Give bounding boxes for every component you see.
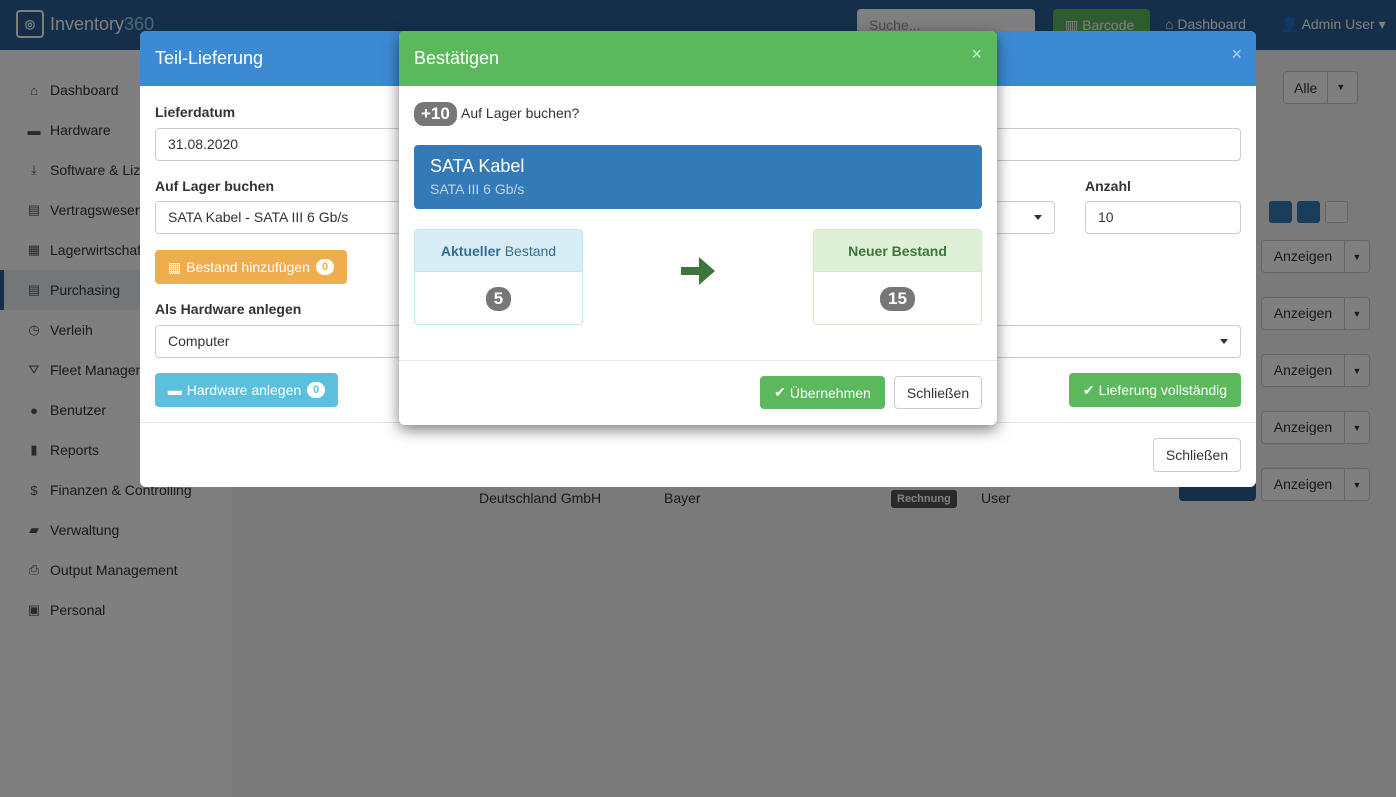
product-panel: SATA Kabel SATA III 6 Gb/s [414, 145, 982, 209]
caret-down-icon [1034, 215, 1042, 220]
current-stock-label-bold: Aktueller [440, 242, 501, 259]
caret-down-icon [1220, 339, 1228, 344]
product-subtitle: SATA III 6 Gb/s [430, 181, 525, 197]
count-badge: 0 [315, 259, 335, 275]
close-button[interactable]: Schließen [1153, 438, 1241, 472]
bestaetigen-modal: Bestätigen × +10 Auf Lager buchen? SATA … [399, 31, 997, 425]
lieferung-vollstaendig-button[interactable]: ✔ Lieferung vollständig [1069, 373, 1241, 407]
check-icon: ✔ [1082, 381, 1095, 398]
check-icon: ✔ [774, 384, 786, 400]
hdd-icon: ▬ [167, 382, 182, 398]
close-icon[interactable]: × [1231, 44, 1242, 65]
auf-lager-value: SATA Kabel - SATA III 6 Gb/s [168, 209, 349, 225]
schliessen-button[interactable]: Schließen [894, 376, 982, 409]
uebernehmen-label: Übernehmen [789, 384, 871, 401]
anzahl-input[interactable]: 10 [1085, 201, 1241, 234]
modal-title: Teil-Lieferung [155, 48, 264, 68]
hardware-button-label: Hardware anlegen [186, 382, 302, 398]
product-name: SATA Kabel [430, 156, 525, 176]
current-stock-heading: Aktueller Bestand [415, 230, 582, 272]
arrow-right-icon [681, 257, 715, 285]
new-stock-body: 15 [814, 272, 981, 324]
new-stock-heading: Neuer Bestand [814, 230, 981, 272]
modal-divider [399, 360, 997, 361]
als-hardware-value: Computer [168, 333, 230, 349]
new-stock-value: 15 [880, 287, 915, 311]
confirm-question: Auf Lager buchen? [461, 105, 580, 121]
uebernehmen-button[interactable]: ✔ Übernehmen [760, 376, 885, 409]
anzahl-label: Anzahl [1085, 178, 1131, 194]
close-icon[interactable]: × [971, 44, 982, 65]
modal-header: Bestätigen × [399, 31, 997, 86]
current-stock-body: 5 [415, 272, 582, 324]
modal-title: Bestätigen [414, 48, 500, 68]
count-badge: 0 [307, 382, 326, 398]
bestand-button-label: Bestand hinzufügen [186, 259, 310, 275]
new-stock-panel: Neuer Bestand 15 [813, 229, 982, 325]
th-icon: ▦ [167, 258, 182, 275]
current-stock-value: 5 [485, 287, 512, 311]
hardware-anlegen-button[interactable]: ▬ Hardware anlegen 0 [155, 373, 338, 407]
bestand-hinzufuegen-button[interactable]: ▦ Bestand hinzufügen 0 [155, 250, 347, 284]
quantity-badge: +10 [414, 102, 457, 126]
current-stock-label: Bestand [500, 242, 557, 259]
lieferung-button-label: Lieferung vollständig [1098, 382, 1228, 398]
auf-lager-label: Auf Lager buchen [155, 178, 275, 194]
lieferdatum-label: Lieferdatum [155, 104, 236, 120]
als-hardware-label: Als Hardware anlegen [155, 301, 302, 317]
current-stock-panel: Aktueller Bestand 5 [414, 229, 583, 325]
